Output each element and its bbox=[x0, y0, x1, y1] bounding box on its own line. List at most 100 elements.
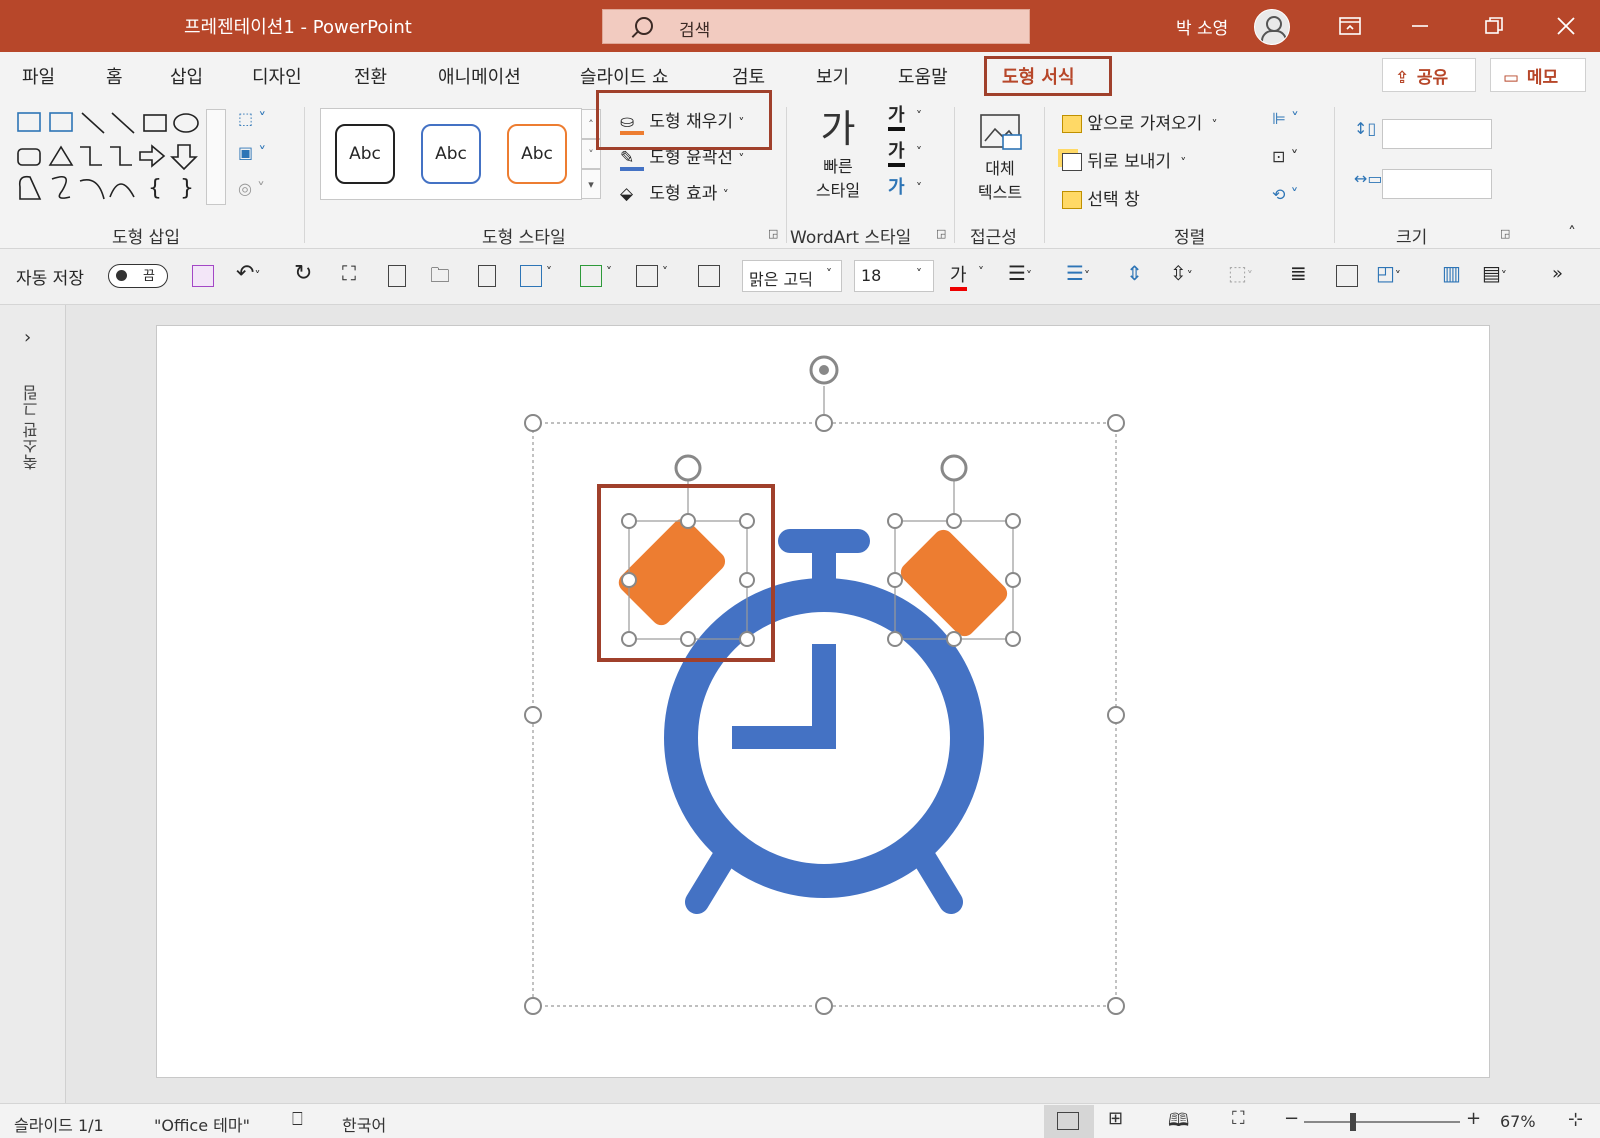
chevron-down-icon[interactable]: ˅ bbox=[826, 267, 832, 281]
width-input[interactable] bbox=[1382, 169, 1492, 199]
language-label[interactable]: 한국어 bbox=[342, 1112, 386, 1136]
zoom-slider-track[interactable] bbox=[1304, 1121, 1460, 1123]
slide-sorter-icon[interactable]: ⊞ bbox=[1108, 1108, 1123, 1129]
reset-icon[interactable] bbox=[698, 265, 720, 287]
text-box-icon[interactable]: ▣ ˅ bbox=[238, 143, 266, 162]
comment-button[interactable]: ▭ 메모 bbox=[1490, 58, 1586, 92]
minimize-icon[interactable] bbox=[1400, 8, 1440, 44]
tab-slideshow[interactable]: 슬라이드 쇼 bbox=[580, 63, 669, 89]
shape-style-gallery[interactable]: Abc Abc Abc ˄ ˅ ▾ bbox=[320, 108, 601, 200]
reading-view-icon[interactable]: 🕮 bbox=[1168, 1108, 1189, 1138]
rotate-icon[interactable]: ⟲ ˅ bbox=[1272, 185, 1299, 204]
tab-file[interactable]: 파일 bbox=[22, 63, 55, 89]
ribbon-display-icon[interactable] bbox=[1330, 8, 1370, 44]
align-icon[interactable]: ⊫ ˅ bbox=[1272, 109, 1299, 128]
new-file-icon[interactable] bbox=[388, 265, 406, 287]
user-name[interactable]: 박 소영 bbox=[1176, 14, 1228, 39]
send-backward-button[interactable]: 뒤로 보내기 ˅ bbox=[1062, 147, 1186, 172]
restore-icon[interactable] bbox=[1474, 8, 1514, 44]
style-option-2[interactable]: Abc bbox=[421, 124, 481, 184]
avatar[interactable] bbox=[1254, 9, 1290, 45]
autosave-toggle[interactable]: 끔 bbox=[108, 264, 168, 288]
bullets-icon[interactable]: ☰˅ bbox=[1008, 261, 1032, 285]
picture-icon[interactable] bbox=[1336, 265, 1358, 287]
new-slide-icon[interactable] bbox=[520, 265, 542, 287]
shapes-icon[interactable]: ◰˅ bbox=[1376, 261, 1401, 285]
video-icon[interactable]: ▤˅ bbox=[1482, 261, 1507, 285]
rotate-handle-icon[interactable] bbox=[674, 454, 702, 482]
slideshow-view-icon[interactable]: ⛶ bbox=[1232, 1108, 1245, 1129]
thumbnail-pane-label[interactable]: 축소판 그림 bbox=[20, 385, 44, 470]
merge-shapes-icon[interactable]: ◎ ˅ bbox=[238, 179, 265, 198]
shapes-gallery[interactable]: { } bbox=[14, 109, 204, 205]
quick-styles-button[interactable]: 가 빠른 스타일 bbox=[808, 105, 868, 201]
present-icon[interactable]: ⛶ bbox=[342, 261, 356, 285]
chevron-down-icon[interactable]: ˅ bbox=[916, 109, 922, 123]
group-label-insert-shapes: 도형 삽입 bbox=[112, 228, 180, 248]
chevron-down-icon[interactable]: ˅ bbox=[606, 265, 612, 279]
selection-pane-button[interactable]: 선택 창 bbox=[1062, 185, 1140, 210]
expand-pane-icon[interactable]: › bbox=[24, 327, 31, 348]
tab-view[interactable]: 보기 bbox=[816, 63, 849, 89]
chevron-down-icon[interactable]: ˅ bbox=[916, 267, 922, 281]
chevron-down-icon[interactable]: ˅ bbox=[916, 181, 922, 195]
search-box[interactable]: 검색 bbox=[602, 9, 1030, 44]
font-color-icon[interactable]: 가 bbox=[950, 261, 967, 291]
fit-to-window-icon[interactable]: ⊹ bbox=[1568, 1109, 1583, 1130]
dialog-launcher-icon[interactable]: ◲ bbox=[1500, 227, 1510, 240]
chevron-down-icon[interactable]: ˅ bbox=[546, 265, 552, 279]
rotate-handle-icon[interactable] bbox=[809, 355, 839, 385]
tab-design[interactable]: 디자인 bbox=[252, 63, 302, 89]
text-fill-icon[interactable]: 가 bbox=[888, 105, 905, 131]
zoom-level[interactable]: 67% bbox=[1500, 1112, 1536, 1131]
collapse-ribbon-icon[interactable]: ˄ bbox=[1568, 223, 1576, 242]
close-icon[interactable] bbox=[1546, 8, 1586, 44]
tab-review[interactable]: 검토 bbox=[732, 63, 765, 89]
zoom-slider-thumb[interactable] bbox=[1350, 1113, 1357, 1131]
normal-view-button[interactable] bbox=[1044, 1105, 1094, 1138]
tab-animations[interactable]: 애니메이션 bbox=[438, 63, 521, 89]
style-option-3[interactable]: Abc bbox=[507, 124, 567, 184]
dialog-launcher-icon[interactable]: ◲ bbox=[768, 227, 778, 240]
slide-canvas[interactable] bbox=[156, 325, 1490, 1078]
smartart-icon[interactable]: ⬚˅ bbox=[1228, 261, 1253, 285]
text-effects-icon[interactable]: 가 bbox=[888, 177, 905, 199]
font-size-select[interactable]: 18 bbox=[854, 260, 934, 292]
tab-transitions[interactable]: 전환 bbox=[354, 63, 387, 89]
chevron-down-icon[interactable]: ˅ bbox=[978, 265, 984, 279]
chart-icon[interactable]: ▥ bbox=[1442, 261, 1461, 285]
redo-icon[interactable]: ↻ bbox=[294, 261, 312, 286]
chevron-down-icon[interactable]: ˅ bbox=[916, 145, 922, 159]
save-icon[interactable] bbox=[192, 265, 214, 287]
text-outline-icon[interactable]: 가 bbox=[888, 141, 905, 167]
tab-home[interactable]: 홈 bbox=[106, 63, 123, 89]
shapes-gallery-scroll[interactable] bbox=[206, 109, 226, 205]
rotate-handle-icon[interactable] bbox=[940, 454, 968, 482]
bring-forward-button[interactable]: 앞으로 가져오기 ˅ bbox=[1062, 109, 1218, 134]
share-button[interactable]: ⇪ 공유 bbox=[1382, 58, 1476, 92]
layout-icon[interactable] bbox=[580, 265, 602, 287]
align-text-icon[interactable]: ⇳˅ bbox=[1170, 261, 1193, 285]
section-icon[interactable] bbox=[636, 265, 658, 287]
chevron-down-icon[interactable]: ˅ bbox=[662, 265, 668, 279]
overflow-icon[interactable]: » bbox=[1552, 263, 1563, 284]
open-folder-icon[interactable]: 🗀 bbox=[430, 261, 450, 295]
line-spacing-icon[interactable]: ⇕ bbox=[1126, 261, 1143, 285]
undo-icon[interactable]: ↶˅ bbox=[236, 261, 260, 286]
style-option-1[interactable]: Abc bbox=[335, 124, 395, 184]
print-preview-icon[interactable] bbox=[478, 265, 496, 287]
numbering-icon[interactable]: ☰˅ bbox=[1066, 261, 1090, 285]
height-input[interactable] bbox=[1382, 119, 1492, 149]
alt-text-button[interactable]: 대체 텍스트 bbox=[968, 111, 1032, 203]
gallery-more-icon[interactable]: ▾ bbox=[581, 169, 601, 199]
zoom-in-button[interactable]: + bbox=[1466, 1108, 1481, 1129]
tab-help[interactable]: 도움말 bbox=[898, 63, 948, 89]
tab-insert[interactable]: 삽입 bbox=[170, 63, 203, 89]
dialog-launcher-icon[interactable]: ◲ bbox=[936, 227, 946, 240]
shape-effects-button[interactable]: ⬙ 도형 효과 ˅ bbox=[620, 179, 729, 204]
edit-shape-icon[interactable]: ⬚ ˅ bbox=[238, 109, 266, 128]
spellcheck-icon[interactable]: ⎕ bbox=[292, 1109, 303, 1130]
paragraph-icon[interactable]: ≣ bbox=[1290, 261, 1307, 285]
zoom-out-button[interactable]: − bbox=[1284, 1108, 1299, 1129]
group-icon[interactable]: ⊡ ˅ bbox=[1272, 147, 1299, 166]
